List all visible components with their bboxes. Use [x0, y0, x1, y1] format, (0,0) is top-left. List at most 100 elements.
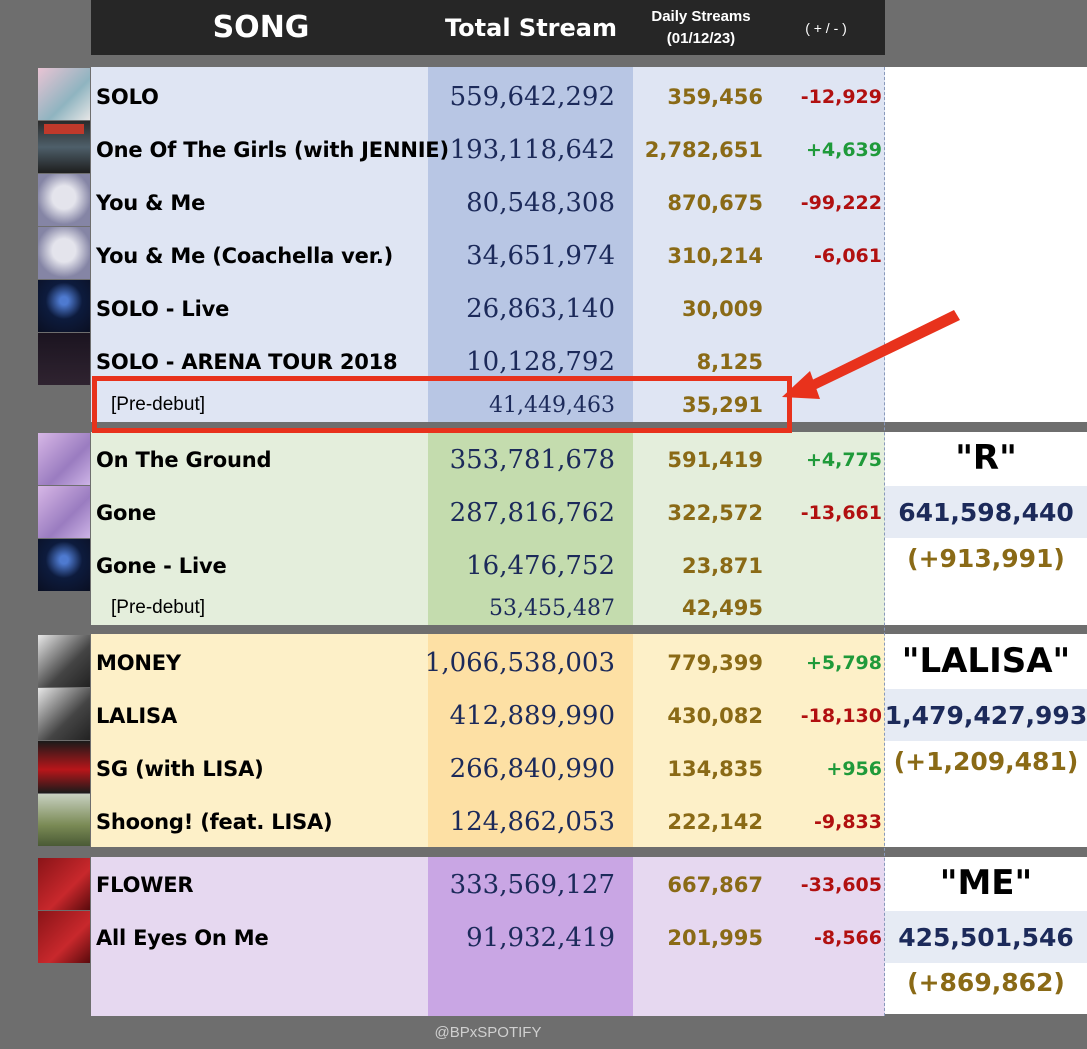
predebut-label: [Pre-debut] [111, 597, 205, 618]
album-summary-change: (+869,862) [907, 968, 1065, 997]
daily-streams: 222,142 [667, 809, 763, 834]
album-summary-change: (+913,991) [907, 544, 1065, 573]
table-row: Gone - Live 16,476,752 23,871 [91, 539, 885, 592]
total-stream: 353,781,678 [449, 444, 615, 475]
daily-change: -9,833 [814, 810, 882, 833]
total-stream: 412,889,990 [449, 700, 615, 731]
total-stream: 559,642,292 [449, 81, 615, 112]
album-summary-change: (+1,209,481) [893, 747, 1079, 776]
total-stream: 80,548,308 [466, 187, 615, 218]
album-cover-solo [38, 68, 90, 120]
table-row: MONEY 1,066,538,003 779,399 +5,798 [91, 636, 885, 689]
album-cover-the-show [38, 280, 90, 332]
total-stream: 124,862,053 [449, 806, 615, 837]
daily-streams: 2,782,651 [644, 137, 763, 162]
table-row: You & Me (Coachella ver.) 34,651,974 310… [91, 229, 885, 282]
album-cover-the-idol [38, 121, 90, 173]
song-title: SOLO - Live [96, 296, 230, 321]
daily-streams: 779,399 [667, 650, 763, 675]
album-cover-me-2 [38, 911, 90, 963]
album-cover-shoong [38, 794, 90, 846]
total-stream: 26,863,140 [466, 293, 615, 324]
song-title: FLOWER [96, 872, 194, 897]
daily-change: -18,130 [800, 704, 882, 727]
table-row: Shoong! (feat. LISA) 124,862,053 222,142… [91, 795, 885, 848]
daily-change: -99,222 [800, 191, 882, 214]
song-title: All Eyes On Me [96, 925, 269, 950]
album-cover-r [38, 433, 90, 485]
table-row: SOLO 559,642,292 359,456 -12,929 [91, 70, 885, 123]
table-row: On The Ground 353,781,678 591,419 +4,775 [91, 433, 885, 486]
table-row: You & Me 80,548,308 870,675 -99,222 [91, 176, 885, 229]
album-summary-title: "R" [955, 438, 1017, 478]
daily-change: -33,605 [800, 873, 882, 896]
header-daily-streams: Daily Streams (01/12/23) [631, 0, 771, 55]
total-stream: 34,651,974 [466, 240, 615, 271]
song-title: You & Me (Coachella ver.) [96, 243, 394, 268]
album-cover-lalisa [38, 635, 90, 687]
daily-change: +956 [826, 757, 882, 780]
table-header: SONG Total Stream Daily Streams (01/12/2… [91, 0, 885, 55]
daily-streams: 23,871 [681, 553, 763, 578]
daily-change: -13,661 [800, 501, 882, 524]
album-cover-you-and-me-coachella [38, 227, 90, 279]
song-title: Shoong! (feat. LISA) [96, 809, 333, 834]
daily-streams: 30,009 [681, 296, 763, 321]
album-cover-sg [38, 741, 90, 793]
album-summary-total: 425,501,546 [885, 911, 1087, 963]
header-daily-date: (01/12/23) [666, 29, 736, 47]
daily-streams: 667,867 [667, 872, 763, 897]
album-summary-title: "LALISA" [901, 641, 1071, 681]
song-title: On The Ground [96, 447, 272, 472]
song-title: One Of The Girls (with JENNIE) [96, 137, 449, 162]
album-cover-the-show-gone [38, 539, 90, 591]
predebut-total: 53,455,487 [489, 595, 615, 621]
total-stream: 1,066,538,003 [424, 647, 615, 678]
total-stream: 193,118,642 [449, 134, 615, 165]
daily-streams: 322,572 [667, 500, 763, 525]
daily-change: +4,639 [805, 138, 882, 161]
left-margin [0, 0, 36, 1049]
group-separator [91, 847, 1087, 857]
song-title: Gone [96, 500, 157, 525]
total-stream: 91,932,419 [466, 922, 615, 953]
song-title: You & Me [96, 190, 206, 215]
total-stream: 333,569,127 [449, 869, 615, 900]
song-title: MONEY [96, 650, 181, 675]
daily-streams: 430,082 [667, 703, 763, 728]
header-song: SONG [212, 10, 310, 45]
album-cover-arena-tour [38, 333, 90, 385]
total-stream: 266,840,990 [449, 753, 615, 784]
song-title: SG (with LISA) [96, 756, 264, 781]
predebut-daily: 42,495 [681, 596, 763, 620]
album-cover-lalisa-2 [38, 688, 90, 740]
daily-streams: 591,419 [667, 447, 763, 472]
daily-streams: 134,835 [667, 756, 763, 781]
song-title: LALISA [96, 703, 178, 728]
predebut-row: [Pre-debut] 53,455,487 42,495 [91, 588, 885, 628]
table-row: One Of The Girls (with JENNIE) 193,118,6… [91, 123, 885, 176]
header-total-stream: Total Stream [445, 13, 617, 42]
daily-streams: 310,214 [667, 243, 763, 268]
highlight-box [92, 376, 792, 433]
album-cover-r-gone [38, 486, 90, 538]
album-summary-total: 641,598,440 [885, 486, 1087, 538]
song-title: SOLO [96, 84, 159, 109]
table-row: LALISA 412,889,990 430,082 -18,130 [91, 689, 885, 742]
table-row: Gone 287,816,762 322,572 -13,661 [91, 486, 885, 539]
header-change: ( + / - ) [805, 19, 847, 36]
daily-change: -8,566 [814, 926, 882, 949]
song-title: Gone - Live [96, 553, 227, 578]
album-summary-title: "ME" [939, 863, 1033, 903]
daily-streams: 359,456 [667, 84, 763, 109]
total-stream: 287,816,762 [449, 497, 615, 528]
daily-streams: 870,675 [667, 190, 763, 215]
daily-change: -12,929 [800, 85, 882, 108]
daily-streams: 201,995 [667, 925, 763, 950]
watermark: @BPxSPOTIFY [434, 1024, 542, 1041]
daily-change: -6,061 [814, 244, 882, 267]
table-row: SG (with LISA) 266,840,990 134,835 +956 [91, 742, 885, 795]
table-row: All Eyes On Me 91,932,419 201,995 -8,566 [91, 911, 885, 964]
album-summary-total: 1,479,427,993 [885, 689, 1087, 741]
album-cover-me [38, 858, 90, 910]
